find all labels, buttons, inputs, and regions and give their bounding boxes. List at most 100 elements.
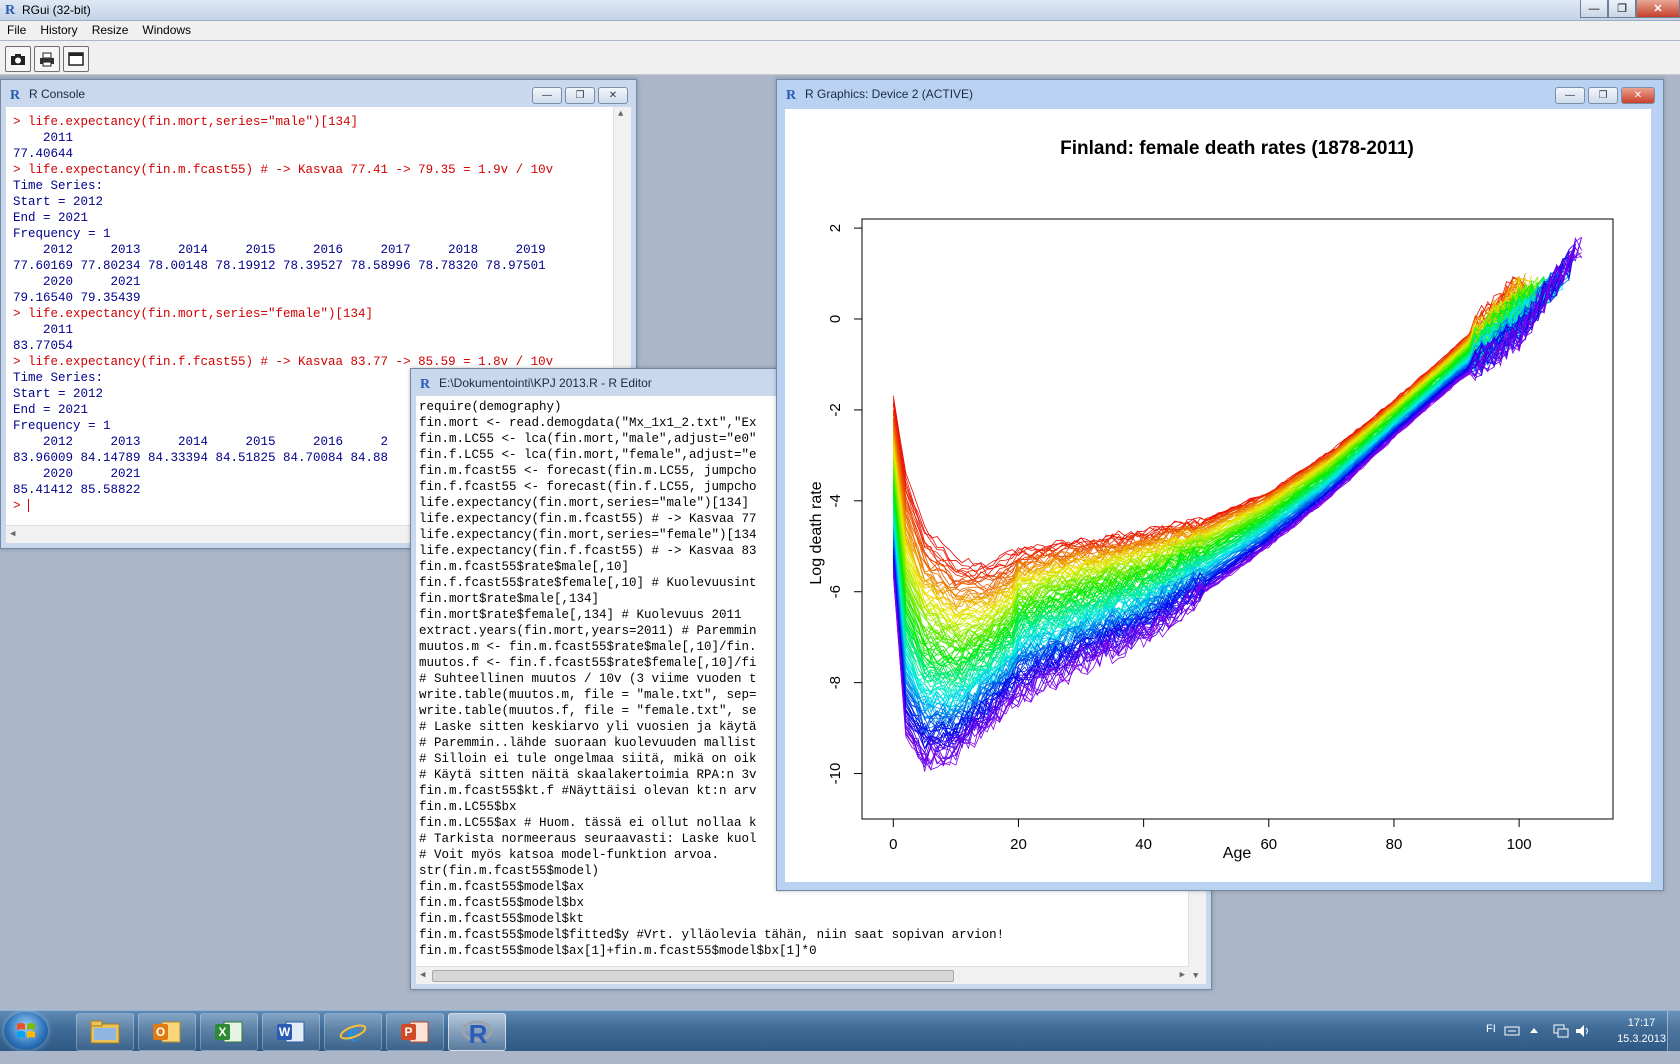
r-graphics-window[interactable]: R R Graphics: Device 2 (ACTIVE) — ❐ ✕ Fi… [776, 79, 1664, 891]
series-layer [892, 236, 1583, 772]
r-console-titlebar[interactable]: R R Console — ❐ ✕ [1, 80, 636, 107]
taskbar-powerpoint[interactable]: P [386, 1013, 444, 1051]
svg-text:O: O [156, 1025, 165, 1039]
chart-title: Finland: female death rates (1878-2011) [1060, 138, 1414, 159]
console-restore-button[interactable]: ❐ [565, 87, 595, 104]
series-line-1925 [892, 282, 1545, 653]
camera-icon [11, 54, 25, 65]
editor-horizontal-scrollbar[interactable]: ◀ ▶ [416, 966, 1189, 984]
toolbar [0, 41, 1680, 75]
r-logo-icon: R [10, 88, 21, 101]
graphics-close-button[interactable]: ✕ [1621, 87, 1655, 104]
svg-text:R: R [5, 3, 16, 16]
series-line-1946 [892, 289, 1551, 679]
menu-windows[interactable]: Windows [135, 21, 198, 40]
console-line: 2011 [13, 323, 74, 337]
windows-logo-icon [17, 1023, 35, 1038]
folder-icon [90, 1020, 120, 1044]
graphics-restore-button[interactable]: ❐ [1588, 87, 1618, 104]
show-hidden-icons-icon[interactable] [1528, 1024, 1540, 1064]
minimize-button[interactable]: — [1580, 0, 1608, 18]
taskbar-excel[interactable]: X [200, 1013, 258, 1051]
volume-icon[interactable] [1574, 1022, 1592, 1062]
powerpoint-icon: P [401, 1021, 429, 1043]
taskbar-outlook[interactable]: O [138, 1013, 196, 1051]
console-line: Frequency = 1 [13, 227, 111, 241]
graphics-device: Finland: female death rates (1878-2011) … [785, 109, 1651, 882]
clock-date: 15.3.2013 [1617, 1033, 1666, 1045]
console-line: > life.expectancy(fin.mort,series="femal… [13, 307, 374, 321]
y-tick-label: -8 [827, 676, 844, 689]
text-cursor [28, 499, 30, 513]
console-button[interactable] [63, 46, 89, 72]
console-line: 83.77054 [13, 339, 74, 353]
series-line-1919 [892, 296, 1539, 644]
console-line: 79.16540 79.35439 [13, 291, 141, 305]
r-graphics-titlebar[interactable]: R R Graphics: Device 2 (ACTIVE) — ❐ ✕ [777, 80, 1663, 107]
taskbar-word[interactable]: W [262, 1013, 320, 1051]
r-logo-icon: R [5, 3, 16, 16]
menu-resize[interactable]: Resize [85, 21, 136, 40]
copy-button[interactable] [5, 46, 31, 72]
series-line-1926 [892, 276, 1545, 653]
y-tick-label: -10 [827, 763, 844, 785]
show-desktop-button[interactable] [1667, 1011, 1680, 1051]
editor-hscroll-thumb[interactable] [432, 970, 954, 982]
x-tick-label: 60 [1260, 836, 1277, 853]
editor-line: fin.m.fcast55$model$fitted$y #Vrt. ylläo… [419, 928, 1005, 942]
taskbar-rgui[interactable]: R [448, 1013, 506, 1051]
console-line: 77.60169 77.80234 78.00148 78.19912 78.3… [13, 259, 546, 273]
svg-text:R: R [469, 1019, 488, 1047]
printer-icon [40, 52, 54, 66]
print-button[interactable] [34, 46, 60, 72]
window-icon [68, 52, 84, 66]
series-line-1976 [892, 264, 1564, 726]
r-graphics-title: R Graphics: Device 2 (ACTIVE) [805, 86, 974, 101]
console-minimize-button[interactable]: — [532, 87, 562, 104]
x-tick-label: 0 [889, 836, 897, 853]
svg-text:R: R [420, 377, 431, 390]
series-line-1989 [892, 250, 1570, 743]
series-line-1940 [892, 285, 1551, 672]
series-line-1985 [892, 258, 1570, 738]
graphics-minimize-button[interactable]: — [1555, 87, 1585, 104]
svg-text:e: e [347, 1018, 359, 1046]
maximize-button[interactable]: ❐ [1608, 0, 1636, 18]
console-line: Time Series: [13, 179, 104, 193]
series-line-1912 [892, 287, 1539, 632]
console-line: Start = 2012 [13, 195, 104, 209]
taskbar-clock[interactable]: 17:17 15.3.2013 [1617, 1015, 1666, 1047]
clock-time: 17:17 [1627, 1017, 1656, 1029]
start-button[interactable] [4, 1012, 48, 1050]
series-line-1977 [892, 263, 1564, 727]
console-line: 2012 2013 2014 2015 2016 2017 2018 2019 [13, 243, 546, 257]
excel-icon: X [215, 1021, 243, 1043]
console-close-button[interactable]: ✕ [598, 87, 628, 104]
console-line: 2011 [13, 131, 74, 145]
x-tick-label: 100 [1507, 836, 1532, 853]
outlook-icon: O [153, 1021, 181, 1043]
series-line-1994 [892, 247, 1576, 733]
console-line: > life.expectancy(fin.mort,series="male"… [13, 115, 359, 129]
console-line: End = 2021 [13, 211, 89, 225]
r-logo-icon: R [420, 377, 431, 390]
close-button[interactable]: ✕ [1636, 0, 1680, 18]
menu-history[interactable]: History [33, 21, 84, 40]
taskbar-explorer[interactable] [76, 1013, 134, 1051]
svg-text:R: R [10, 88, 21, 101]
menu-file[interactable]: File [0, 21, 33, 40]
word-icon: W [277, 1021, 305, 1043]
editor-line: fin.m.fcast55$model$ax[1]+fin.m.fcast55$… [419, 944, 817, 958]
taskbar: O X W e P R FI 17:17 15.3.2013 [0, 1010, 1680, 1051]
svg-text:P: P [404, 1025, 412, 1039]
keyboard-icon[interactable] [1504, 1023, 1520, 1063]
series-line-1958 [892, 279, 1557, 700]
language-indicator[interactable]: FI [1486, 1023, 1496, 1063]
x-tick-label: 20 [1010, 836, 1027, 853]
network-icon[interactable] [1552, 1022, 1570, 1062]
r-logo-icon: R [461, 1019, 493, 1047]
taskbar-internet-explorer[interactable]: e [324, 1013, 382, 1051]
series-line-1922 [892, 284, 1539, 643]
series-line-1942 [892, 280, 1551, 676]
console-line: 77.40644 [13, 147, 74, 161]
